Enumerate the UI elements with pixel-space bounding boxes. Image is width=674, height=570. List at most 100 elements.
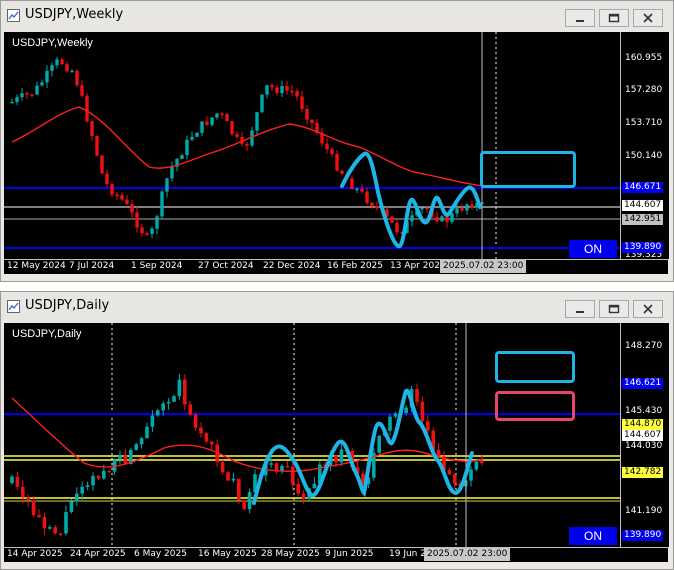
candle-body (160, 191, 164, 217)
close-icon (643, 304, 653, 314)
candle-body (210, 441, 214, 445)
close-button[interactable] (633, 300, 663, 318)
on-button[interactable]: ON (569, 527, 617, 545)
daily-chart-window[interactable]: USDJPY,Daily USDJPY,Daily 148.270 145.43… (0, 291, 674, 570)
restore-button[interactable] (599, 9, 629, 27)
candle-body (469, 469, 473, 481)
candle-body (270, 85, 274, 88)
candle-body (395, 222, 399, 233)
candle-body (474, 461, 479, 470)
candle-body (37, 515, 41, 517)
candle-body (102, 470, 106, 479)
minimize-button[interactable] (565, 300, 595, 318)
candle-body (415, 389, 419, 402)
price-tick: 141.190 (625, 506, 663, 516)
candle-body (65, 64, 69, 72)
candle-body (409, 389, 414, 408)
weekly-title-bar[interactable]: USDJPY,Weekly (1, 1, 673, 31)
moving-average-line (11, 106, 485, 187)
candle-body (123, 455, 128, 465)
candle-body (96, 475, 101, 479)
candle-body (130, 204, 134, 213)
candle-body (70, 70, 74, 73)
candle-body (426, 421, 430, 431)
candle-body (100, 155, 104, 174)
price-tick: 157.280 (625, 85, 663, 95)
candle-body (475, 203, 479, 208)
candle-body (330, 149, 334, 155)
daily-price-scale[interactable]: 148.270 145.430 144.030 141.190 146.621 … (620, 323, 669, 547)
candle-body (285, 86, 289, 91)
candle-body (431, 430, 435, 450)
candle-body (177, 379, 182, 397)
on-button[interactable]: ON (569, 240, 617, 258)
candle-body (140, 227, 144, 234)
candle-body (204, 433, 209, 442)
candle-body (447, 470, 452, 475)
candle-body (370, 202, 374, 207)
minimize-icon (576, 311, 584, 313)
candle-body (435, 216, 439, 222)
restore-button[interactable] (599, 300, 629, 318)
candle-body (10, 101, 14, 104)
candle-body (200, 121, 204, 133)
bottom-blue-tag: 139.890 (622, 242, 664, 253)
candle-body (323, 464, 327, 466)
candle-body (220, 113, 224, 115)
candle-body (58, 533, 63, 535)
candle-body (80, 486, 84, 494)
candle-body (115, 194, 119, 197)
daily-title-bar[interactable]: USDJPY,Daily (1, 292, 673, 322)
candle-body (161, 403, 165, 411)
close-icon (643, 13, 653, 23)
daily-chart-area[interactable]: USDJPY,Daily (4, 323, 620, 547)
candle-body (21, 486, 25, 498)
candle-body (15, 476, 20, 487)
window-title: USDJPY,Weekly (25, 7, 124, 22)
blue-rectangle-drawing[interactable] (480, 151, 576, 188)
candle-body (64, 512, 68, 534)
weekly-price-scale[interactable]: 160.955 157.280 153.710 150.140 139.325 … (620, 32, 669, 259)
candle-body (355, 188, 359, 191)
candle-body (350, 178, 354, 190)
candle-body (415, 209, 419, 216)
symbol-label: USDJPY,Weekly (12, 37, 93, 49)
candle-body (285, 465, 290, 468)
weekly-candles (4, 32, 620, 259)
candle-body (345, 173, 349, 179)
candle-body (258, 474, 263, 476)
candle-body (465, 204, 469, 211)
candle-body (399, 413, 403, 415)
candle-body (312, 483, 317, 489)
restore-icon (608, 304, 620, 314)
close-button[interactable] (633, 9, 663, 27)
candle-body (388, 416, 392, 431)
weekly-chart-area[interactable]: USDJPY,Weekly (4, 32, 620, 259)
candle-body (188, 404, 192, 415)
candle-body (10, 476, 14, 483)
candle-body (295, 91, 299, 97)
chart-window-icon (7, 300, 20, 313)
candle-body (183, 379, 187, 405)
candle-body (339, 449, 344, 463)
candle-body (377, 435, 381, 453)
blue-rectangle-drawing[interactable] (495, 351, 575, 383)
date-label: 16 May 2025 (198, 549, 257, 559)
candle-body (55, 59, 59, 66)
candle-body (75, 493, 79, 502)
candle-body (220, 462, 225, 473)
weekly-chart-window[interactable]: USDJPY,Weekly USDJPY,Weekly 160.955 157.… (0, 0, 674, 282)
pink-rectangle-drawing[interactable] (495, 391, 575, 421)
weekly-time-axis: 12 May 2024 7 Jul 2024 1 Sep 2024 27 Oct… (4, 259, 668, 274)
date-label: 28 May 2025 (261, 549, 320, 559)
candle-body (393, 413, 398, 417)
candle-body (305, 108, 309, 120)
minimize-button[interactable] (565, 9, 595, 27)
candle-body (420, 207, 424, 210)
candle-body (334, 455, 338, 463)
candle-body (425, 207, 429, 210)
candle-body (237, 478, 241, 501)
candle-body (110, 184, 114, 195)
date-label: 1 Sep 2024 (131, 261, 183, 271)
candle-body (40, 82, 44, 86)
